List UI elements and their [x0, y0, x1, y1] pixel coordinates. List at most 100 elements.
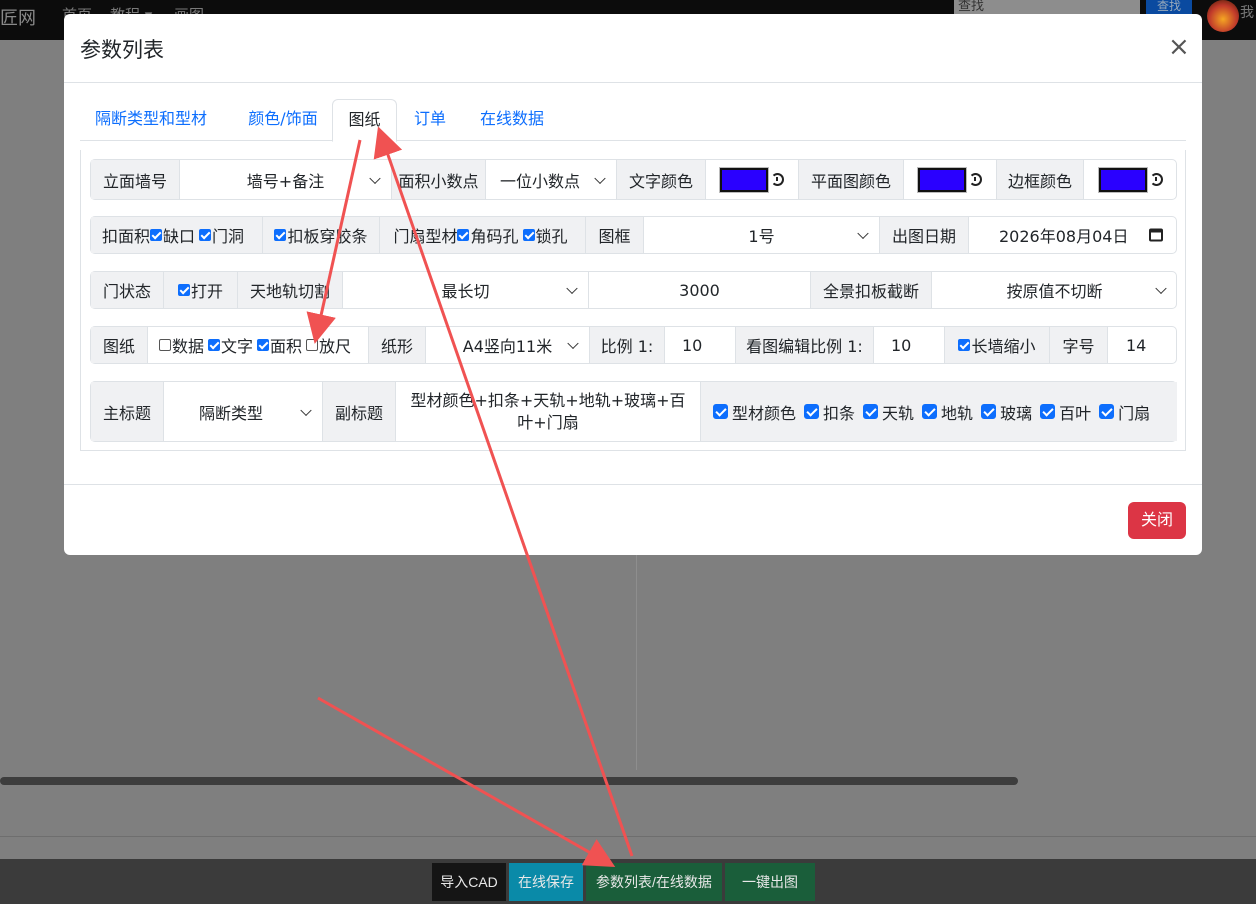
checkbox-icon[interactable] [306, 339, 319, 351]
strip-option-checkbox[interactable]: 扣条 [804, 400, 855, 424]
top-rail-label: 天轨 [882, 403, 915, 423]
settings-row: 主标题 隔断类型 副标题 型材颜色+扣条+天轨+地轨+玻璃+百叶+门扇 型材颜色… [90, 381, 1177, 442]
checkbox-icon[interactable] [1040, 404, 1056, 419]
horizontal-scrollbar[interactable] [0, 777, 1018, 785]
area-checkbox[interactable]: 面积 [257, 333, 302, 357]
louver-checkbox[interactable]: 百叶 [1040, 400, 1091, 424]
checkbox-icon[interactable] [713, 404, 728, 419]
text-color-swatch[interactable] [719, 166, 769, 193]
online-save-button[interactable]: 在线保存 [509, 863, 583, 901]
modal-footer: 关闭 [64, 484, 1202, 555]
tab-order[interactable]: 订单 [402, 99, 458, 141]
bottom-rail-label: 地轨 [941, 403, 974, 423]
subtitle-input[interactable]: 型材颜色+扣条+天轨+地轨+玻璃+百叶+门扇 [396, 382, 701, 441]
checkbox-icon[interactable] [199, 229, 212, 241]
tab-color-finish[interactable]: 颜色/饰面 [228, 99, 338, 141]
ratio-input[interactable]: 10 [665, 327, 736, 363]
bottom-rail-checkbox[interactable]: 地轨 [922, 400, 973, 424]
open-checkbox[interactable]: 打开 [164, 272, 238, 308]
door-hole-checkbox[interactable]: 门洞 [199, 223, 244, 247]
checkbox-icon[interactable] [208, 339, 221, 351]
modal-header: 参数列表 × [64, 14, 1202, 83]
checkbox-icon[interactable] [177, 284, 190, 296]
checkbox-icon[interactable] [922, 404, 938, 419]
brand-logo[interactable]: 匠网 [0, 4, 36, 30]
frame-select[interactable]: 1号 [644, 217, 880, 253]
tab-bar: 隔断类型和型材 颜色/饰面 图纸 订单 在线数据 [80, 99, 1186, 142]
nav-user-name[interactable]: 我 [1240, 2, 1254, 22]
glass-checkbox[interactable]: 玻璃 [981, 400, 1032, 424]
area-decimal-select[interactable]: 一位小数点 [486, 160, 617, 199]
import-cad-button[interactable]: 导入CAD [432, 863, 506, 901]
edit-ratio-input[interactable]: 10 [874, 327, 945, 363]
nav-search-input[interactable]: 查找 [954, 0, 1140, 14]
checkbox-icon[interactable] [150, 229, 163, 241]
close-button[interactable]: 关闭 [1128, 502, 1186, 539]
checkbox-icon[interactable] [522, 229, 535, 241]
profile-color-checkbox[interactable]: 型材颜色 [713, 400, 796, 424]
reset-icon[interactable] [969, 173, 982, 186]
chevron-down-icon [566, 282, 578, 295]
elevation-value: 墙号+备注 [246, 171, 325, 191]
checkbox-icon[interactable] [257, 339, 270, 351]
text-checkbox[interactable]: 文字 [208, 333, 253, 357]
drawing-options: 数据 文字 面积 放尺 [148, 327, 369, 363]
reset-icon[interactable] [1149, 173, 1163, 186]
checkbox-icon[interactable] [958, 339, 971, 351]
tab-online-data[interactable]: 在线数据 [464, 99, 560, 141]
font-size-label: 字号 [1050, 327, 1108, 363]
length-input[interactable]: 3000 [589, 272, 811, 308]
checkbox-icon[interactable] [981, 404, 997, 419]
elevation-select[interactable]: 墙号+备注 [180, 160, 392, 199]
area-decimal-value: 一位小数点 [500, 171, 581, 191]
checkbox-icon[interactable] [274, 229, 287, 241]
checkbox-icon[interactable] [457, 229, 470, 241]
glass-label: 玻璃 [1000, 403, 1033, 423]
reset-icon[interactable] [771, 173, 784, 186]
checkbox-icon[interactable] [1099, 404, 1115, 419]
calendar-icon[interactable] [1149, 228, 1163, 242]
plan-color-swatch[interactable] [917, 166, 967, 193]
font-size-input[interactable]: 14 [1108, 327, 1177, 363]
date-input[interactable]: 2026年08月04日 [969, 217, 1177, 253]
parameter-list-button[interactable]: 参数列表/在线数据 [586, 863, 722, 901]
nav-search-button[interactable]: 查找 [1146, 0, 1192, 14]
strip-checkbox[interactable]: 扣板穿胶条 [263, 217, 380, 253]
paper-label: 纸形 [369, 327, 426, 363]
text-color-picker[interactable] [706, 160, 799, 199]
subtitle-options: 型材颜色 扣条 天轨 地轨 玻璃 百叶 门扇 [701, 382, 1177, 441]
plan-color-picker[interactable] [904, 160, 997, 199]
data-checkbox[interactable]: 数据 [159, 333, 204, 357]
main-title-select[interactable]: 隔断类型 [164, 382, 323, 441]
scale-dim-checkbox[interactable]: 放尺 [306, 333, 351, 357]
avatar[interactable] [1207, 0, 1239, 32]
text-color-label: 文字颜色 [617, 160, 706, 199]
top-rail-checkbox[interactable]: 天轨 [863, 400, 914, 424]
tab-drawing[interactable]: 图纸 [332, 99, 397, 142]
border-color-picker[interactable] [1084, 160, 1177, 199]
checkbox-icon[interactable] [159, 339, 171, 351]
checkbox-icon[interactable] [804, 404, 820, 419]
door-leaf-checkbox[interactable]: 门扇 [1099, 400, 1150, 424]
settings-row: 图纸 数据 文字 面积 放尺 纸形 A4竖向11米 比例 1: 10 看图编辑比… [90, 326, 1177, 364]
lock-hole-checkbox[interactable]: 锁孔 [522, 223, 568, 247]
background-separator [0, 836, 1256, 837]
plan-color-label: 平面图颜色 [799, 160, 904, 199]
corner-hole-checkbox[interactable]: 角码孔 [457, 223, 519, 247]
date-value: 2026年08月04日 [999, 227, 1129, 246]
deduct-area-label: 扣面积 [102, 227, 151, 246]
paper-select[interactable]: A4竖向11米 [426, 327, 590, 363]
rail-cut-select[interactable]: 最长切 [343, 272, 589, 308]
door-profile-group: 门扇型材 角码孔 锁孔 [380, 217, 586, 253]
area-decimal-label: 面积小数点 [392, 160, 486, 199]
border-color-swatch[interactable] [1097, 166, 1148, 193]
rail-cut-label: 天地轨切割 [238, 272, 343, 308]
long-wall-checkbox[interactable]: 长墙缩小 [945, 327, 1050, 363]
tab-partition-profile[interactable]: 隔断类型和型材 [80, 99, 222, 141]
one-click-export-button[interactable]: 一键出图 [725, 863, 815, 901]
panorama-select[interactable]: 按原值不切断 [932, 272, 1177, 308]
notch-checkbox[interactable]: 缺口 [150, 223, 195, 247]
checkbox-icon[interactable] [863, 404, 879, 419]
close-icon[interactable]: × [1168, 34, 1190, 60]
area-label: 面积 [270, 337, 303, 356]
